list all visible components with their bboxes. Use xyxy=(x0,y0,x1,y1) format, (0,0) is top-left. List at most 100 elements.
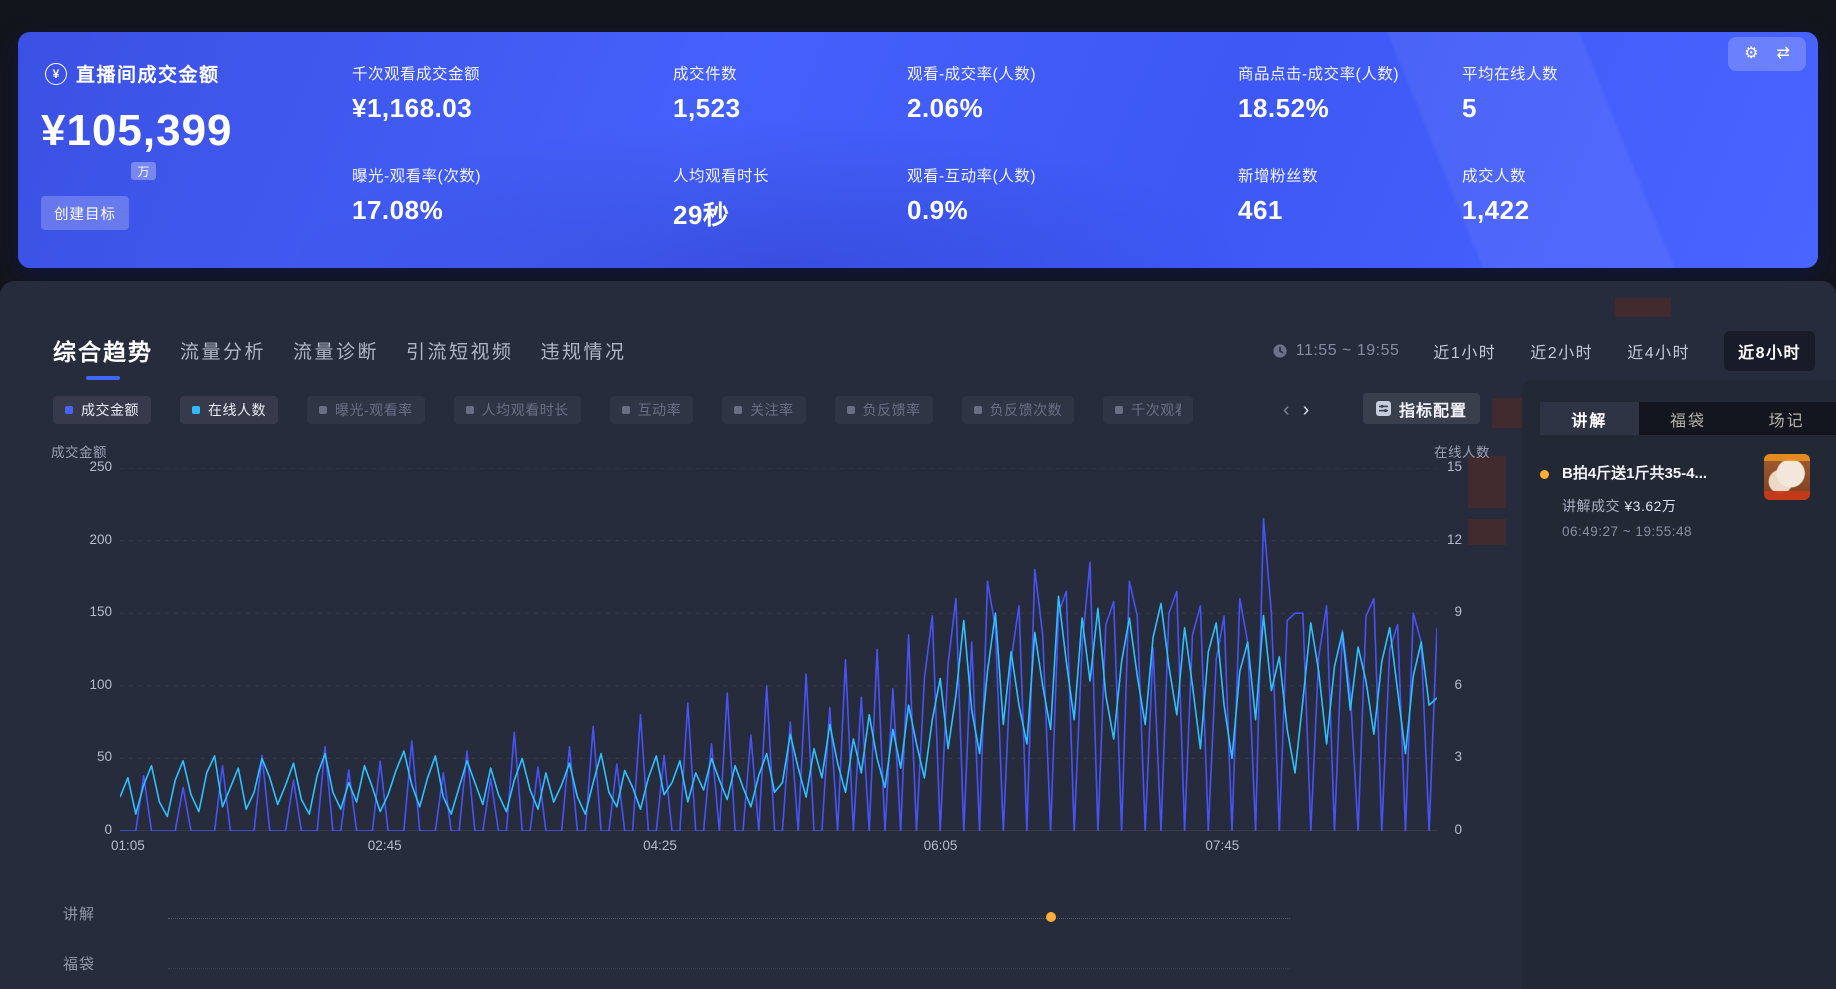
main-metric-value: ¥105,399 xyxy=(41,106,233,156)
metric-config-label: 指标配置 xyxy=(1399,397,1467,421)
metric-cell: 成交件数1,523 xyxy=(673,62,907,164)
timeline-marker[interactable] xyxy=(1046,912,1056,922)
clock-icon xyxy=(1272,343,1288,359)
time-range-info: 11:55 ~ 19:55 xyxy=(1272,342,1400,360)
timeline-track xyxy=(168,968,1290,969)
left-axis-ticks: 250200150100500 xyxy=(52,468,112,831)
sliders-icon xyxy=(1376,401,1391,416)
create-goal-button[interactable]: 创建目标 xyxy=(41,196,129,230)
legend-chip[interactable]: 成交金额 xyxy=(53,396,151,424)
chevron-left-icon[interactable]: ‹ xyxy=(1283,399,1290,422)
trend-chart[interactable] xyxy=(120,468,1437,831)
legend-chip[interactable]: 在线人数 xyxy=(180,396,278,424)
tab-违规情况[interactable]: 违规情况 xyxy=(541,337,627,364)
metric-label: 成交人数 xyxy=(1462,164,1762,186)
legend-dot xyxy=(622,406,630,414)
metric-label: 人均观看时长 xyxy=(673,164,907,186)
gear-icon[interactable]: ⚙ xyxy=(1744,46,1758,62)
legend-chip[interactable]: 负反馈次数 xyxy=(962,396,1075,424)
timeline-row-label: 福袋 xyxy=(63,953,95,974)
metric-value: 18.52% xyxy=(1238,93,1462,124)
legend-chip-label: 负反馈率 xyxy=(863,400,921,420)
side-tab-讲解[interactable]: 讲解 xyxy=(1540,402,1639,435)
right-axis-ticks: 15129630 xyxy=(1438,468,1462,831)
time-option[interactable]: 近8小时 xyxy=(1724,331,1815,371)
legend-dot xyxy=(847,406,855,414)
metric-cell: 成交人数1,422 xyxy=(1462,164,1762,266)
legend-dot xyxy=(1115,406,1123,414)
legend-chip[interactable]: 千次观看成交金额 xyxy=(1103,396,1193,424)
x-axis-tick: 02:45 xyxy=(355,838,415,853)
side-tab-福袋[interactable]: 福袋 xyxy=(1639,402,1738,435)
legend-chip[interactable]: 互动率 xyxy=(610,396,694,424)
legend-chip-label: 成交金额 xyxy=(81,400,139,420)
tab-综合趋势[interactable]: 综合趋势 xyxy=(53,333,153,367)
legend-chip-label: 千次观看成交金额 xyxy=(1131,400,1181,420)
tab-流量分析[interactable]: 流量分析 xyxy=(180,337,266,364)
legend-chip-row: 成交金额 在线人数 曝光-观看率 人均观看时长 互动率 关注率 负反馈率 负反馈次数 千次观看成… xyxy=(53,396,1193,424)
axis-tick: 0 xyxy=(52,822,112,837)
metric-value: 5 xyxy=(1462,93,1762,124)
side-tab-场记[interactable]: 场记 xyxy=(1737,402,1836,435)
axis-tick: 0 xyxy=(1438,822,1462,837)
legend-chip-label: 人均观看时长 xyxy=(482,400,569,420)
product-thumbnail[interactable] xyxy=(1764,454,1810,500)
main-metric-header: ¥ 直播间成交金额 xyxy=(45,60,220,87)
legend-dot xyxy=(319,406,327,414)
time-option[interactable]: 近1小时 xyxy=(1433,339,1496,363)
legend-chip-label: 负反馈次数 xyxy=(990,400,1063,420)
x-axis-tick: 06:05 xyxy=(910,838,970,853)
tab-流量诊断[interactable]: 流量诊断 xyxy=(293,337,379,364)
legend-chip[interactable]: 人均观看时长 xyxy=(454,396,581,424)
legend-dot xyxy=(466,406,474,414)
time-option[interactable]: 近4小时 xyxy=(1627,339,1690,363)
legend-chip[interactable]: 关注率 xyxy=(722,396,806,424)
x-axis-tick: 07:45 xyxy=(1192,838,1252,853)
time-option[interactable]: 近2小时 xyxy=(1530,339,1593,363)
x-axis-tick: 04:25 xyxy=(630,838,690,853)
metrics-grid: 千次观看成交金额¥1,168.03成交件数1,523观看-成交率(人数)2.06… xyxy=(352,62,1762,266)
explain-side-panel: 讲解福袋场记 B拍4斤送1斤共35-4... 讲解成交 ¥3.62万 06:49… xyxy=(1522,380,1836,989)
main-metric-label: 直播间成交金额 xyxy=(76,60,220,87)
metric-cell: 平均在线人数5 xyxy=(1462,62,1762,164)
metric-value: 461 xyxy=(1238,195,1462,226)
unit-badge: 万 xyxy=(131,162,156,180)
metric-value: 1,523 xyxy=(673,93,907,124)
explain-item-gmv: 讲解成交 ¥3.62万 xyxy=(1562,496,1676,516)
x-axis-ticks: 01:0502:4504:2506:0507:45 xyxy=(120,838,1437,858)
metric-label: 新增粉丝数 xyxy=(1238,164,1462,186)
legend-chip[interactable]: 负反馈率 xyxy=(835,396,933,424)
background-artifact xyxy=(1615,298,1671,317)
metric-value: 0.9% xyxy=(907,195,1238,226)
axis-tick: 12 xyxy=(1438,532,1462,547)
axis-tick: 9 xyxy=(1438,604,1462,619)
live-analytics-dashboard: { "header": { "main_metric": { "icon": "… xyxy=(0,0,1836,989)
trend-panel: 综合趋势流量分析流量诊断引流短视频违规情况 11:55 ~ 19:55 近1小时… xyxy=(0,281,1836,989)
tab-引流短视频[interactable]: 引流短视频 xyxy=(406,337,514,364)
metric-value: ¥1,168.03 xyxy=(352,93,673,124)
axis-tick: 3 xyxy=(1438,749,1462,764)
right-axis-title: 在线人数 xyxy=(1422,441,1490,461)
legend-chip-label: 在线人数 xyxy=(208,400,266,420)
metric-value: 17.08% xyxy=(352,195,673,226)
explain-gmv-label: 讲解成交 xyxy=(1562,498,1620,514)
axis-tick: 100 xyxy=(52,677,112,692)
metric-value: 2.06% xyxy=(907,93,1238,124)
left-axis-title: 成交金额 xyxy=(51,441,107,461)
metric-config-button[interactable]: 指标配置 xyxy=(1363,393,1480,424)
legend-dot xyxy=(65,406,73,414)
chevron-right-icon[interactable]: › xyxy=(1303,399,1310,422)
legend-chip[interactable]: 曝光-观看率 xyxy=(307,396,425,424)
legend-chip-label: 互动率 xyxy=(638,400,682,420)
legend-dot xyxy=(192,406,200,414)
axis-tick: 200 xyxy=(52,532,112,547)
time-range-current: 11:55 ~ 19:55 xyxy=(1296,342,1400,360)
swap-icon[interactable]: ⇄ xyxy=(1776,46,1789,62)
explain-item-title[interactable]: B拍4斤送1斤共35-4... xyxy=(1562,462,1760,483)
legend-dot xyxy=(974,406,982,414)
axis-tick: 250 xyxy=(52,459,112,474)
metric-value: 29秒 xyxy=(673,195,907,232)
metric-label: 观看-成交率(人数) xyxy=(907,62,1238,84)
metric-cell: 观看-互动率(人数)0.9% xyxy=(907,164,1238,266)
explain-item-time: 06:49:27 ~ 19:55:48 xyxy=(1562,524,1692,539)
